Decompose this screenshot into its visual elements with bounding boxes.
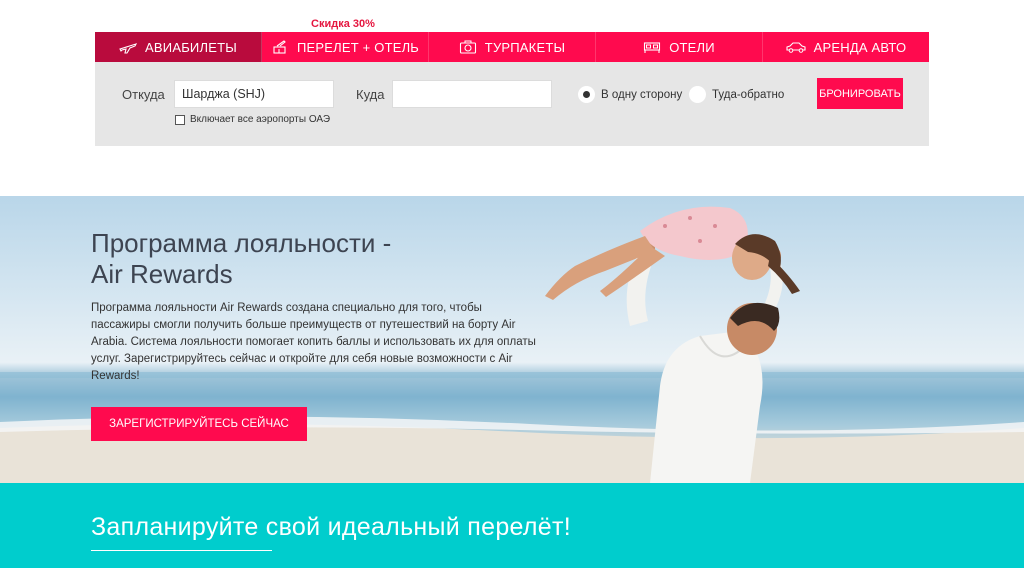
- from-label: Откуда: [122, 87, 165, 102]
- to-input[interactable]: [392, 80, 552, 108]
- plan-underline: [91, 550, 272, 551]
- tab-packages[interactable]: ТУРПАКЕТЫ: [429, 32, 596, 62]
- bed-icon: [644, 42, 661, 53]
- plane-hotel-icon: [273, 40, 286, 54]
- car-icon: [786, 42, 806, 53]
- round-trip-option[interactable]: Туда-обратно: [689, 86, 784, 103]
- tab-car-rental[interactable]: АРЕНДА АВТО: [763, 32, 929, 62]
- tab-flights[interactable]: АВИАБИЛЕТЫ: [95, 32, 262, 62]
- to-label: Куда: [356, 87, 385, 102]
- loyalty-hero: Программа лояльности - Air Rewards Прогр…: [0, 196, 1024, 483]
- tab-label: ОТЕЛИ: [669, 39, 715, 55]
- round-trip-radio[interactable]: [689, 86, 706, 103]
- round-trip-label: Туда-обратно: [712, 88, 785, 101]
- plan-title: Запланируйте свой идеальный перелёт!: [91, 513, 571, 541]
- checkbox-box[interactable]: [175, 114, 185, 125]
- hero-title: Программа лояльности - Air Rewards: [91, 228, 391, 290]
- hero-title-line2: Air Rewards: [91, 259, 233, 289]
- hero-title-line1: Программа лояльности -: [91, 228, 392, 258]
- tab-flight-hotel[interactable]: ПЕРЕЛЕТ + ОТЕЛЬ: [262, 32, 429, 62]
- include-airports-checkbox[interactable]: Включает все аэропорты ОАЭ: [175, 114, 330, 125]
- booking-tabs: АВИАБИЛЕТЫ ПЕРЕЛЕТ + ОТЕЛЬ ТУРПАКЕТЫ ОТЕ…: [95, 32, 929, 62]
- hero-description: Программа лояльности Air Rewards создана…: [91, 302, 536, 382]
- include-airports-label: Включает все аэропорты ОАЭ: [190, 114, 331, 125]
- tab-label: ПЕРЕЛЕТ + ОТЕЛЬ: [296, 39, 420, 55]
- one-way-option[interactable]: В одну сторону: [578, 86, 682, 103]
- from-input[interactable]: [174, 80, 334, 108]
- plan-section: Запланируйте свой идеальный перелёт!: [0, 483, 1024, 568]
- discount-badge: Скидка 30%: [311, 18, 375, 30]
- camera-icon: [459, 40, 476, 54]
- search-panel: Откуда Включает все аэропорты ОАЭ Куда В…: [95, 62, 929, 146]
- register-button[interactable]: ЗАРЕГИСТРИРУЙТЕСЬ СЕЙЧАС: [91, 407, 307, 441]
- book-button[interactable]: БРОНИРОВАТЬ: [817, 78, 903, 109]
- one-way-label: В одну сторону: [601, 88, 683, 101]
- plane-icon: [119, 43, 138, 54]
- one-way-radio[interactable]: [578, 86, 595, 103]
- tab-hotels[interactable]: ОТЕЛИ: [596, 32, 763, 62]
- tab-label: ТУРПАКЕТЫ: [484, 39, 566, 55]
- tab-label: АРЕНДА АВТО: [813, 39, 907, 55]
- tab-label: АВИАБИЛЕТЫ: [145, 39, 237, 55]
